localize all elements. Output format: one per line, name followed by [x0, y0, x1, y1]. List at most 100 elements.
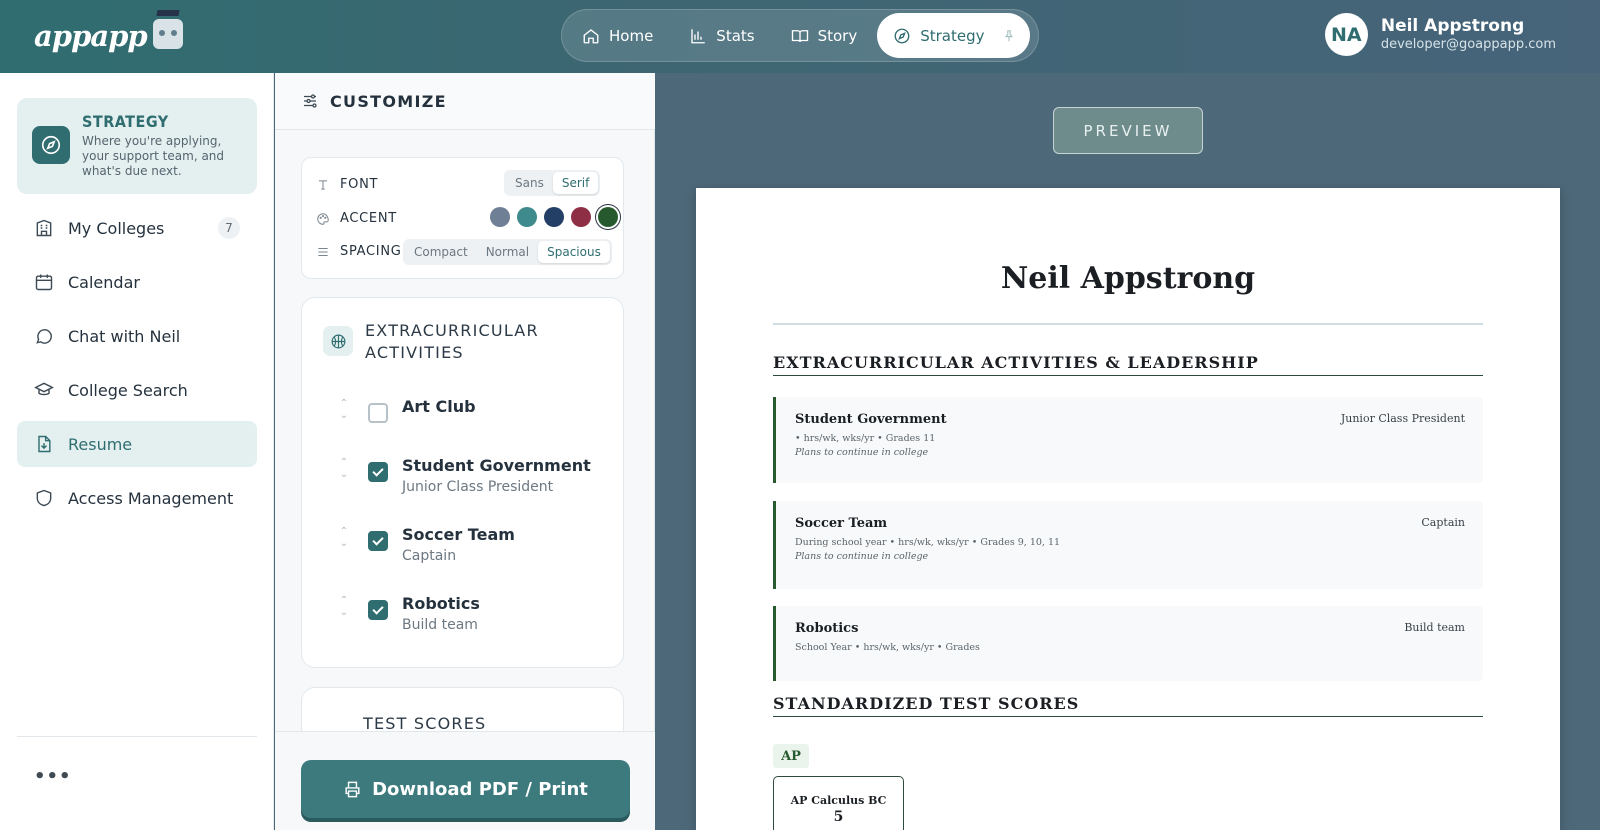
- entry-role: Captain: [1421, 516, 1465, 529]
- nav-home-label: Home: [609, 26, 654, 45]
- sidebar-item-label: Calendar: [68, 272, 140, 292]
- sidebar-item-chat[interactable]: Chat with Neil: [17, 313, 257, 359]
- section-heading-tests: STANDARDIZED TEST SCORES: [773, 694, 1483, 717]
- extracurricular-title-line2: ACTIVITIES: [365, 343, 464, 362]
- nav-strategy[interactable]: Strategy: [877, 13, 1030, 58]
- nav-story-label: Story: [817, 26, 858, 45]
- accent-swatch-crimson[interactable]: [571, 207, 591, 227]
- font-option: FONT: [316, 177, 378, 192]
- activity-name: Soccer Team: [402, 525, 515, 544]
- reorder-arrows[interactable]: ⌃ ⌄: [332, 526, 356, 550]
- sidebar-item-calendar[interactable]: Calendar: [17, 259, 257, 305]
- preview-button[interactable]: PREVIEW: [1053, 107, 1203, 154]
- activity-checkbox[interactable]: [368, 600, 388, 620]
- resume-entry: Robotics Build team School Year • hrs/wk…: [773, 606, 1483, 681]
- resume-entry: Student Government Junior Class Presiden…: [773, 397, 1483, 483]
- sidebar-item-my-colleges[interactable]: My Colleges 7: [17, 205, 257, 251]
- building-icon: [36, 219, 52, 237]
- move-down-icon[interactable]: ⌄: [340, 607, 348, 619]
- customize-panel: CUSTOMIZE FONT Sans Serif ACCENT SPACING…: [275, 73, 655, 830]
- sidebar-item-label: College Search: [68, 380, 188, 400]
- move-down-icon[interactable]: ⌄: [340, 410, 348, 422]
- nav-stats[interactable]: Stats: [673, 13, 770, 58]
- reorder-arrows[interactable]: ⌃ ⌄: [332, 595, 356, 619]
- spacing-compact-button[interactable]: Compact: [405, 241, 477, 263]
- font-label: FONT: [340, 177, 379, 192]
- entry-meta: School Year • hrs/wk, wks/yr • Grades: [795, 642, 980, 653]
- robot-mascot-icon: [152, 19, 183, 49]
- reorder-arrows[interactable]: ⌃ ⌄: [332, 457, 356, 481]
- spacing-label: SPACING: [340, 244, 402, 259]
- type-icon: [318, 179, 328, 190]
- printer-icon: [345, 781, 360, 797]
- app-logo[interactable]: appapp: [34, 14, 183, 58]
- accent-swatch-green[interactable]: [598, 207, 618, 227]
- accent-swatch-teal[interactable]: [517, 207, 537, 227]
- strategy-card[interactable]: STRATEGY Where you're applying, your sup…: [17, 98, 257, 194]
- extracurricular-header: EXTRACURRICULAR ACTIVITIES: [323, 320, 539, 364]
- activity-role: Captain: [402, 548, 457, 564]
- customize-footer: Download PDF / Print: [275, 731, 655, 830]
- graduation-cap-icon: [34, 382, 54, 396]
- test-category-tag: AP: [773, 744, 809, 768]
- strategy-title: STRATEGY: [82, 112, 169, 131]
- lines-icon: [318, 247, 328, 256]
- accent-swatch-slate[interactable]: [490, 207, 510, 227]
- entry-meta: During school year • hrs/wk, wks/yr • Gr…: [795, 537, 1061, 548]
- section-heading-activities: EXTRACURRICULAR ACTIVITIES & LEADERSHIP: [773, 353, 1483, 376]
- spacing-toggle: Compact Normal Spacious: [403, 239, 612, 265]
- move-down-icon[interactable]: ⌄: [340, 538, 348, 550]
- accent-swatch-navy[interactable]: [544, 207, 564, 227]
- extracurricular-title-line1: EXTRACURRICULAR: [365, 321, 539, 340]
- sidebar-item-label: Access Management: [68, 488, 234, 508]
- test-score-card: AP Calculus BC 5: [773, 776, 904, 830]
- move-up-icon[interactable]: ⌃: [340, 526, 348, 538]
- compass-icon: [32, 126, 70, 164]
- activity-checkbox[interactable]: [368, 531, 388, 551]
- spacing-spacious-button[interactable]: Spacious: [538, 241, 610, 263]
- entry-note: Plans to continue in college: [795, 551, 929, 562]
- main-nav: Home Stats Story Strategy: [561, 9, 1039, 62]
- entry-role: Build team: [1404, 621, 1465, 634]
- test-name: AP Calculus BC: [790, 794, 887, 807]
- font-toggle: Sans Serif: [504, 170, 601, 196]
- test-score: 5: [833, 809, 844, 825]
- move-up-icon[interactable]: ⌃: [340, 595, 348, 607]
- nav-strategy-label: Strategy: [920, 26, 985, 45]
- entry-title: Robotics: [795, 621, 859, 636]
- accent-option: ACCENT: [316, 211, 397, 226]
- sidebar-item-college-search[interactable]: College Search: [17, 367, 257, 413]
- sidebar-item-access-management[interactable]: Access Management: [17, 475, 257, 521]
- calendar-icon: [35, 274, 53, 291]
- resume-name: Neil Appstrong: [1000, 261, 1256, 296]
- sidebar-item-label: Chat with Neil: [68, 326, 181, 346]
- sidebar-item-label: Resume: [68, 434, 133, 454]
- activity-name: Art Club: [402, 397, 476, 416]
- move-down-icon[interactable]: ⌄: [340, 469, 348, 481]
- nav-home[interactable]: Home: [566, 13, 669, 58]
- spacing-normal-button[interactable]: Normal: [477, 241, 538, 263]
- compass-icon: [894, 28, 910, 43]
- font-sans-button[interactable]: Sans: [506, 172, 553, 194]
- activity-checkbox[interactable]: [368, 462, 388, 482]
- top-bar: appapp Home Stats Story Strategy NA Neil…: [0, 0, 1600, 73]
- more-menu-icon[interactable]: •••: [34, 766, 72, 787]
- font-serif-button[interactable]: Serif: [552, 172, 599, 194]
- move-up-icon[interactable]: ⌃: [340, 398, 348, 410]
- customize-header: CUSTOMIZE: [275, 73, 655, 130]
- move-up-icon[interactable]: ⌃: [340, 457, 348, 469]
- activity-checkbox[interactable]: [368, 403, 388, 423]
- palette-icon: [317, 212, 329, 225]
- user-menu[interactable]: NA Neil Appstrong developer@goappapp.com: [1324, 13, 1556, 56]
- extracurricular-card: EXTRACURRICULAR ACTIVITIES ⌃ ⌄ Art Club ⌃…: [301, 297, 624, 668]
- accent-label: ACCENT: [340, 211, 397, 226]
- activity-item: ⌃ ⌄ Art Club: [332, 396, 612, 423]
- download-pdf-button[interactable]: Download PDF / Print: [301, 760, 630, 818]
- entry-meta: • hrs/wk, wks/yr • Grades 11: [795, 433, 936, 444]
- pin-icon[interactable]: [1002, 29, 1016, 43]
- chat-bubble-icon: [36, 329, 52, 344]
- nav-story[interactable]: Story: [775, 13, 874, 58]
- sidebar-item-resume[interactable]: Resume: [17, 421, 257, 467]
- reorder-arrows[interactable]: ⌃ ⌄: [332, 398, 356, 422]
- shield-icon: [36, 489, 52, 507]
